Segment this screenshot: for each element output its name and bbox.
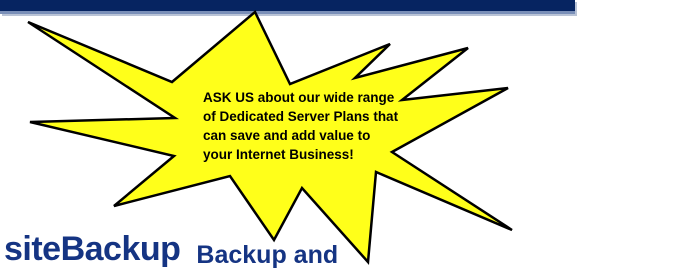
promo-message: ASK US about our wide range of Dedicated… — [203, 90, 399, 162]
promo-page: siteBackup Backup and ASK US about our wi… — [0, 0, 680, 270]
